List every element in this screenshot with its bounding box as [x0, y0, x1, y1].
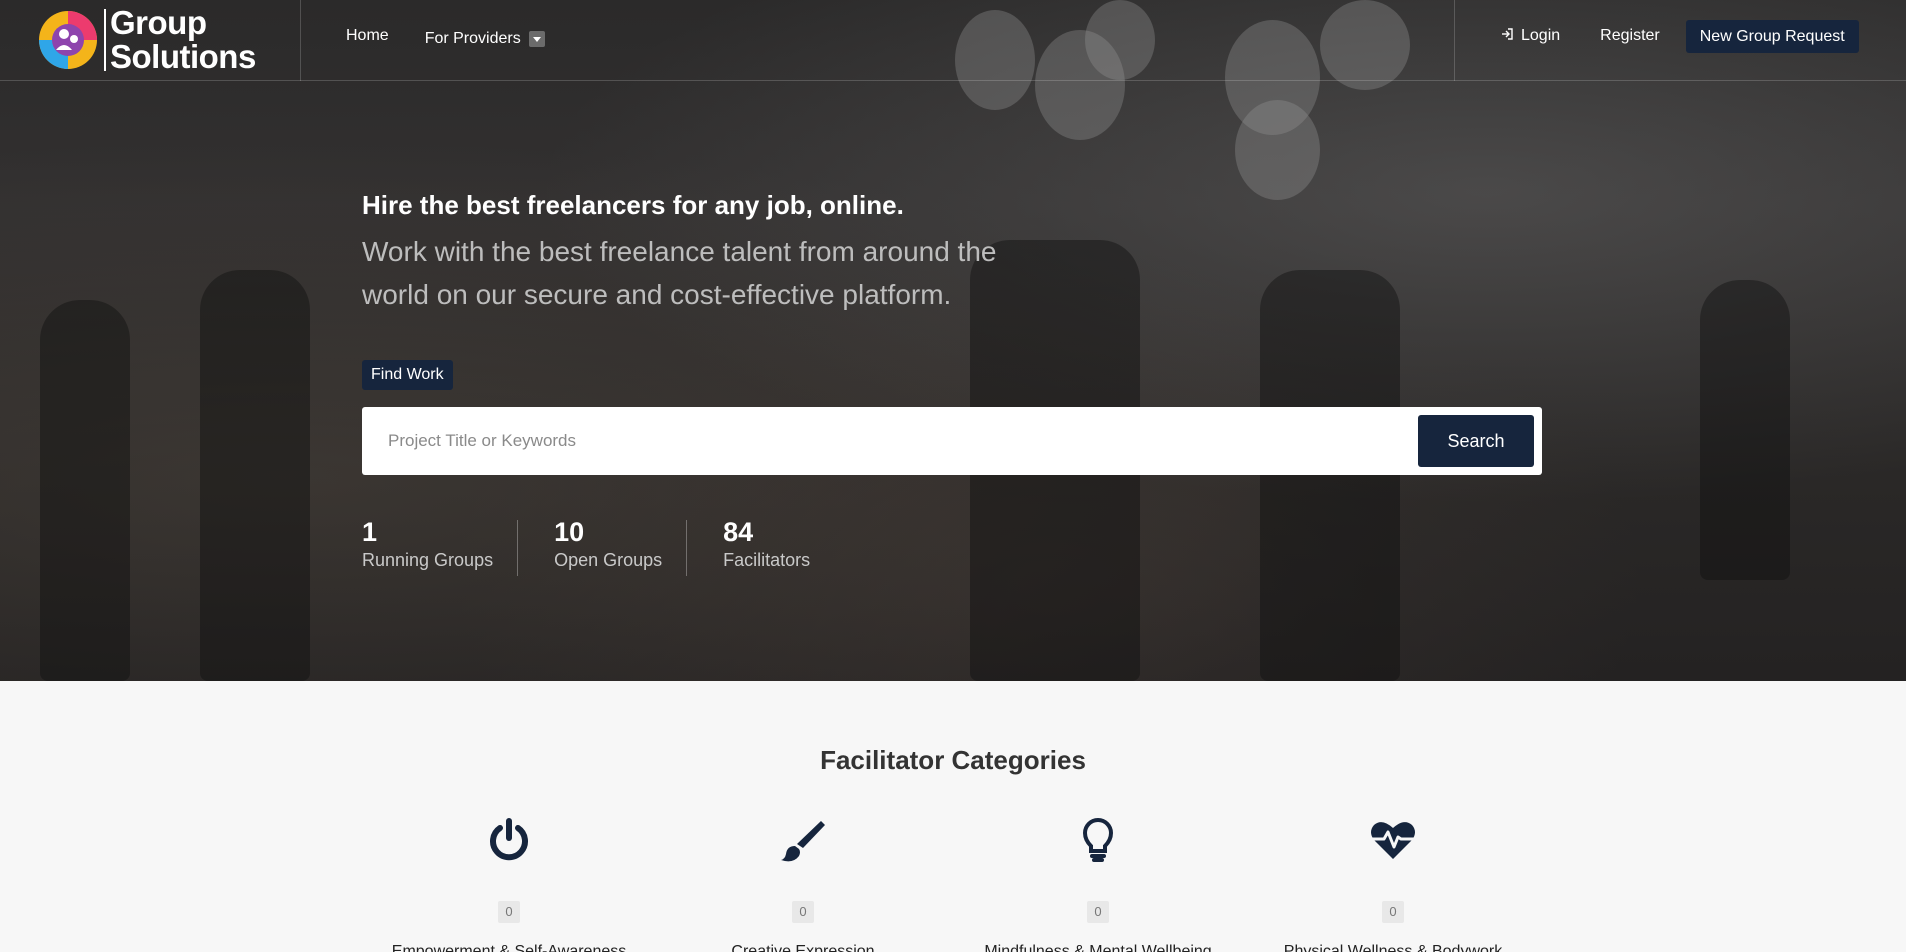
background-figure [1700, 280, 1790, 580]
category-count: 0 [498, 901, 520, 923]
stat-open-groups: 10 Open Groups [554, 516, 686, 578]
register-link[interactable]: Register [1600, 27, 1660, 45]
hero-section: Group Solutions Home For Providers Login… [0, 0, 1906, 681]
heartbeat-icon [1243, 815, 1543, 865]
stat-value: 84 [723, 517, 754, 547]
brand-logo[interactable]: Group Solutions [36, 6, 256, 74]
category-card-empowerment[interactable]: 0 Empowerment & Self-Awareness [359, 815, 659, 952]
stat-value: 1 [362, 517, 378, 547]
stat-facilitators: 84 Facilitators [723, 516, 834, 578]
category-card-mindfulness[interactable]: 0 Mindfulness & Mental Wellbeing [948, 815, 1248, 952]
login-icon [1500, 27, 1514, 46]
new-group-request-button[interactable]: New Group Request [1685, 19, 1859, 53]
nav-divider [300, 0, 301, 81]
logo-divider [104, 9, 106, 71]
stat-running-groups: 1 Running Groups [362, 516, 517, 578]
nav-home-link[interactable]: Home [346, 27, 389, 45]
category-card-creative[interactable]: 0 Creative Expression [653, 815, 953, 952]
stat-divider [686, 520, 688, 576]
categories-title: Facilitator Categories [820, 745, 1086, 775]
category-count: 0 [1087, 901, 1109, 923]
background-balloon [1235, 100, 1320, 200]
nav-providers-label: For Providers [424, 30, 521, 47]
category-name: Empowerment & Self-Awareness [391, 943, 627, 952]
stat-label: Facilitators [723, 550, 811, 570]
nav-providers-dropdown[interactable]: For Providers [425, 30, 545, 48]
nav-left: Home For Providers [346, 0, 545, 78]
nav-right: Login Register New Group Request [1500, 0, 1859, 72]
stat-value: 10 [554, 517, 585, 547]
stat-label: Open Groups [554, 550, 663, 570]
category-count: 0 [792, 901, 814, 923]
search-bar: Search [362, 407, 1542, 475]
nav-divider [1454, 0, 1455, 81]
hero-headline: Hire the best freelancers for any job, o… [362, 190, 904, 220]
login-link[interactable]: Login [1500, 27, 1560, 46]
search-input[interactable] [362, 407, 1402, 475]
login-label: Login [1521, 27, 1561, 44]
brand-line-2: Solutions [110, 38, 256, 75]
background-figure [1260, 270, 1400, 681]
find-work-tab[interactable]: Find Work [362, 360, 453, 390]
stat-label: Running Groups [362, 550, 494, 570]
search-button[interactable]: Search [1418, 415, 1534, 467]
stats: 1 Running Groups 10 Open Groups 84 Facil… [362, 516, 834, 578]
lightbulb-icon [948, 815, 1248, 865]
category-name: Physical Wellness & Bodywork [1283, 943, 1503, 952]
logo-mark-icon [36, 8, 100, 72]
category-name: Mindfulness & Mental Wellbeing [984, 943, 1212, 952]
category-count: 0 [1382, 901, 1404, 923]
background-figure [200, 270, 310, 681]
brand-line-1: Group [110, 4, 207, 41]
paintbrush-icon [653, 815, 953, 865]
category-name: Creative Expression [731, 943, 875, 952]
brand-name: Group Solutions [110, 6, 256, 74]
category-card-physical[interactable]: 0 Physical Wellness & Bodywork [1243, 815, 1543, 952]
chevron-down-icon [528, 31, 545, 47]
navbar: Group Solutions Home For Providers Login… [0, 0, 1906, 81]
stat-divider [517, 520, 519, 576]
background-figure [40, 300, 130, 681]
power-icon [359, 815, 659, 865]
hero-subline: Work with the best freelance talent from… [362, 236, 997, 310]
